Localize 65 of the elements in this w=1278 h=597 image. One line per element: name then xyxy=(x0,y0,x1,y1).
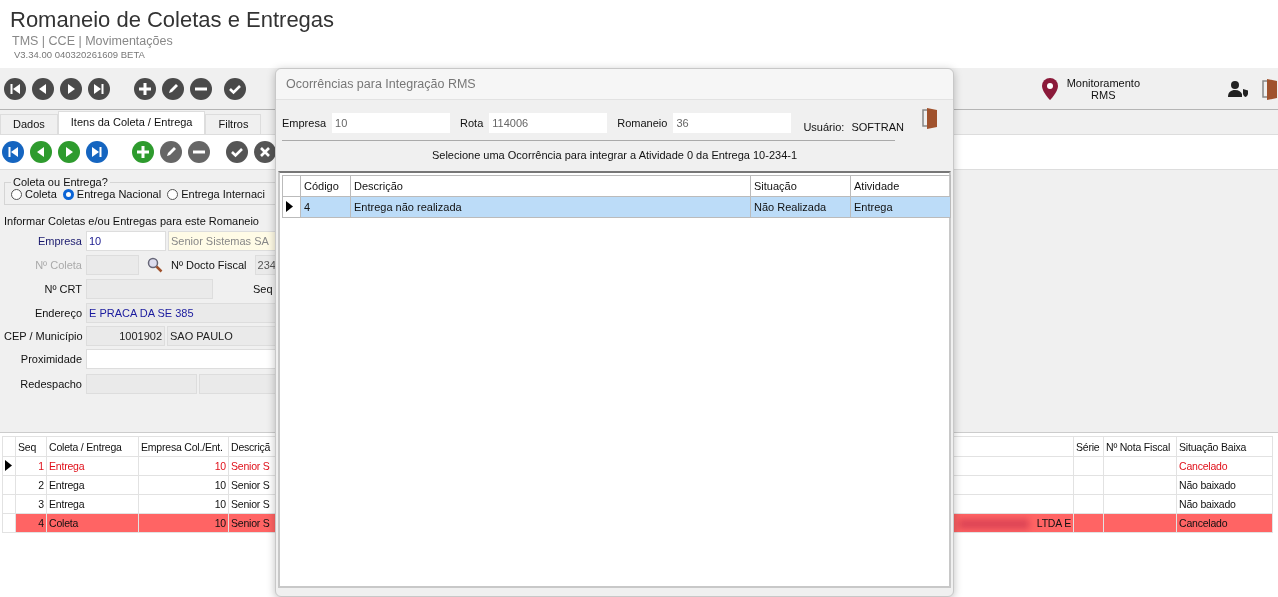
column-header[interactable]: Atividade xyxy=(850,175,951,197)
search-icon[interactable] xyxy=(147,257,163,273)
input-field[interactable]: 114006 xyxy=(489,113,608,133)
column-header[interactable]: Seq xyxy=(15,436,47,457)
field-label: Rota xyxy=(460,117,484,129)
version-label: V3.34.00 040320261609 BETA xyxy=(14,49,146,61)
radio-option[interactable]: Entrega Nacional xyxy=(62,188,162,200)
current-row-icon xyxy=(286,200,293,212)
exit-door-icon[interactable] xyxy=(921,107,938,129)
current-row-icon xyxy=(5,459,12,471)
tab[interactable]: Filtros xyxy=(205,114,262,134)
cancel-icon[interactable] xyxy=(254,141,276,163)
input-field[interactable]: 10 xyxy=(332,113,451,133)
column-header[interactable]: Nº Nota Fiscal xyxy=(1103,436,1177,457)
remove-icon[interactable] xyxy=(190,77,212,100)
map-pin-icon xyxy=(1040,76,1059,101)
column-header[interactable]: Situação xyxy=(750,175,851,197)
dialog-title: Ocorrências para Integração RMS xyxy=(276,69,953,100)
edit-icon[interactable] xyxy=(160,141,182,163)
confirm-icon[interactable] xyxy=(224,77,246,100)
column-header[interactable]: Situação Baixa xyxy=(1176,436,1273,457)
add-icon[interactable] xyxy=(134,77,156,100)
field-label: Endereço xyxy=(33,307,82,319)
redaction-blur xyxy=(958,519,1029,530)
field-label: Nº Docto Fiscal xyxy=(171,259,247,271)
user-shield-icon[interactable] xyxy=(1228,79,1250,98)
field-label: CEP / Município xyxy=(4,330,82,342)
column-header[interactable]: Série xyxy=(1073,436,1104,457)
input-field[interactable]: 10 xyxy=(86,231,166,251)
tab[interactable]: Itens da Coleta / Entrega xyxy=(57,111,206,134)
field-label: Redespacho xyxy=(19,378,82,390)
instruction-text: Selecione uma Ocorrência para integrar a Atividade 0 da Entrega 10-234-1 xyxy=(430,149,799,163)
radio-option[interactable]: Entrega Internaci xyxy=(167,188,265,200)
column-header[interactable]: Descrição xyxy=(350,175,751,197)
last-record-icon[interactable] xyxy=(88,77,110,100)
last-record-icon[interactable] xyxy=(86,141,108,163)
input-field[interactable]: 1001902 xyxy=(86,326,165,346)
column-header[interactable]: Coleta / Entrega xyxy=(46,436,139,457)
field-label: Nº CRT xyxy=(43,283,82,295)
first-record-icon[interactable] xyxy=(2,141,24,163)
breadcrumb: TMS | CCE | Movimentações xyxy=(12,34,174,49)
user-name: SOFTRAN xyxy=(851,121,904,133)
exit-door-icon[interactable] xyxy=(1262,77,1278,100)
section-title: Informar Coletas e/ou Entregas para este Romaneio xyxy=(4,215,260,227)
monitor-rms-button[interactable]: Monitoramento RMS xyxy=(1040,76,1140,101)
radio-option[interactable]: Coleta xyxy=(11,188,57,200)
tab[interactable]: Dados xyxy=(0,114,58,134)
column-header[interactable]: Código xyxy=(300,175,351,197)
group-title: Coleta ou Entrega? xyxy=(12,176,109,188)
input-field[interactable]: 36 xyxy=(673,113,792,133)
edit-icon[interactable] xyxy=(162,77,184,100)
field-label: Romaneio xyxy=(617,117,668,129)
field-label: Seq xyxy=(253,283,273,295)
first-record-icon[interactable] xyxy=(4,77,26,100)
next-icon[interactable] xyxy=(60,77,82,100)
field-label: Nº Coleta xyxy=(34,259,82,271)
column-header[interactable]: Empresa Col./Ent. xyxy=(138,436,229,457)
confirm-icon[interactable] xyxy=(226,141,248,163)
previous-icon[interactable] xyxy=(32,77,54,100)
user-label: Usuário: xyxy=(803,121,845,133)
field-label: Empresa xyxy=(36,235,82,247)
remove-icon[interactable] xyxy=(188,141,210,163)
field-label: Empresa xyxy=(282,117,327,129)
field-label: Proximidade xyxy=(19,353,82,365)
page-title: Romaneio de Coletas e Entregas xyxy=(10,6,336,34)
